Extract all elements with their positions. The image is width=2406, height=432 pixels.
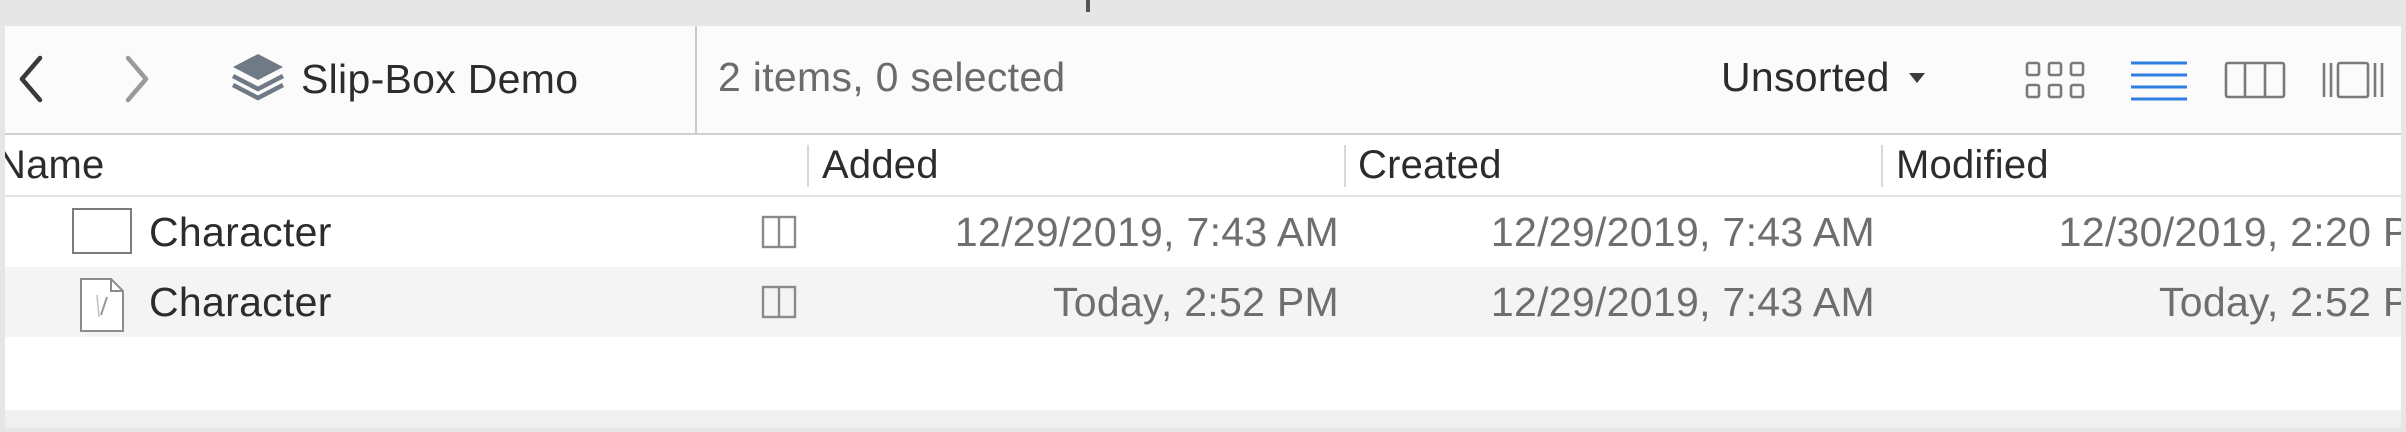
forward-button[interactable] bbox=[117, 54, 157, 104]
browser-window: Slip-Box Demo 2 items, 0 selected Unsort… bbox=[5, 26, 2401, 428]
split-view-icon[interactable] bbox=[761, 215, 797, 249]
columns-icon bbox=[2224, 61, 2286, 99]
column-header-modified[interactable]: Modified bbox=[1896, 143, 2049, 188]
table-row[interactable]: Character Today, 2:52 PM 12/29/2019, 7:4… bbox=[5, 267, 2401, 337]
column-separator[interactable] bbox=[1344, 145, 1346, 187]
gallery-icon bbox=[2322, 61, 2384, 99]
item-name: Character bbox=[149, 209, 332, 255]
blank-document-icon bbox=[72, 208, 132, 254]
column-header-row: Name Added Created Modified bbox=[5, 135, 2401, 197]
location-label: Slip-Box Demo bbox=[301, 55, 579, 102]
back-button[interactable] bbox=[11, 54, 51, 104]
title-bar-mark bbox=[1086, 0, 1090, 12]
title-bar bbox=[0, 0, 2406, 26]
grid-icon bbox=[2025, 61, 2085, 99]
item-name: Character bbox=[149, 279, 332, 325]
toolbar-divider bbox=[695, 26, 697, 133]
window-bottom-edge bbox=[5, 410, 2401, 428]
added-date: Today, 2:52 PM bbox=[1052, 279, 1339, 325]
chevron-right-icon bbox=[125, 55, 149, 103]
caret-down-icon bbox=[1908, 72, 1925, 83]
view-gallery-button[interactable] bbox=[2321, 58, 2385, 102]
column-separator[interactable] bbox=[807, 145, 809, 187]
location-breadcrumb[interactable]: Slip-Box Demo bbox=[227, 44, 578, 114]
view-grid-button[interactable] bbox=[2023, 58, 2087, 102]
layers-stack-icon bbox=[231, 54, 285, 101]
added-date: 12/29/2019, 7:43 AM bbox=[954, 209, 1339, 255]
created-date: 12/29/2019, 7:43 AM bbox=[1490, 279, 1875, 325]
sort-label: Unsorted bbox=[1721, 54, 1890, 100]
table-row[interactable]: Character 12/29/2019, 7:43 AM 12/29/2019… bbox=[5, 197, 2401, 267]
column-separator[interactable] bbox=[1881, 145, 1883, 187]
text-document-icon bbox=[80, 278, 124, 332]
column-header-created[interactable]: Created bbox=[1358, 143, 1502, 188]
sort-dropdown[interactable]: Unsorted bbox=[1721, 54, 1926, 101]
view-list-button[interactable] bbox=[2127, 58, 2191, 102]
column-header-name[interactable]: Name bbox=[5, 143, 105, 188]
chevron-left-icon bbox=[19, 55, 43, 103]
column-header-added[interactable]: Added bbox=[822, 143, 939, 188]
selection-status: 2 items, 0 selected bbox=[718, 54, 1066, 100]
modified-date: 12/30/2019, 2:20 PM bbox=[2058, 209, 2401, 255]
list-icon bbox=[2131, 61, 2187, 101]
modified-date: Today, 2:52 PM bbox=[2158, 279, 2401, 325]
view-columns-button[interactable] bbox=[2223, 58, 2287, 102]
split-view-icon[interactable] bbox=[761, 285, 797, 319]
toolbar: Slip-Box Demo 2 items, 0 selected Unsort… bbox=[5, 26, 2401, 135]
app-window-frame: Slip-Box Demo 2 items, 0 selected Unsort… bbox=[0, 0, 2406, 432]
created-date: 12/29/2019, 7:43 AM bbox=[1490, 209, 1875, 255]
